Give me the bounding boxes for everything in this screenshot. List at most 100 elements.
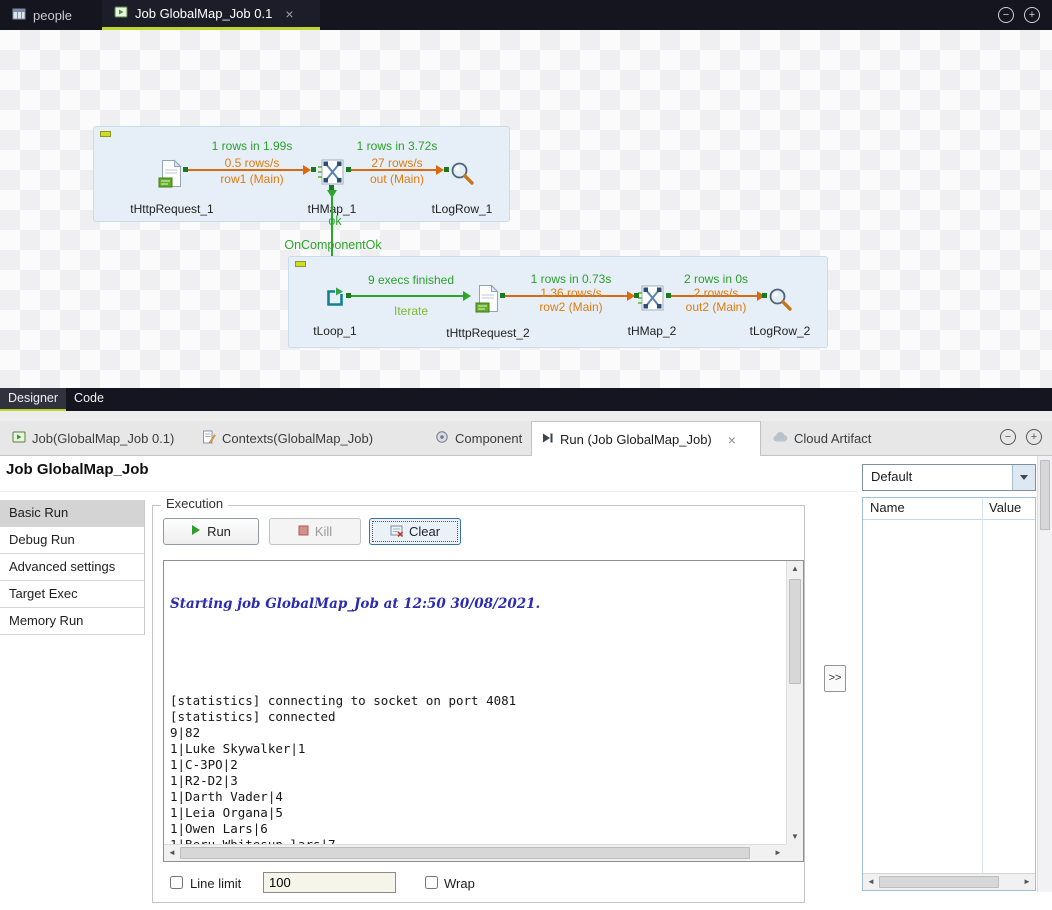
button-label: Clear	[409, 524, 440, 539]
connection-anchor	[183, 167, 188, 172]
component-label[interactable]: tLogRow_2	[740, 324, 820, 338]
maximize-icon[interactable]: +	[1024, 7, 1040, 23]
console-header-line: Starting job GlobalMap_Job at 12:50 30/0…	[170, 596, 780, 613]
scroll-right-icon[interactable]: ►	[1019, 874, 1035, 890]
column-header-value[interactable]: Value	[989, 500, 1021, 515]
cloud-icon	[772, 430, 788, 447]
flow-name-label[interactable]: out2 (Main)	[656, 300, 776, 314]
flow-name-label[interactable]: row2 (Main)	[510, 300, 632, 314]
arrowhead-icon	[327, 190, 337, 198]
scroll-down-icon[interactable]: ▼	[787, 829, 803, 844]
console-output[interactable]: Starting job GlobalMap_Job at 12:50 30/0…	[164, 561, 786, 844]
tab-designer[interactable]: Designer	[0, 388, 66, 411]
component-label[interactable]: tHttpRequest_1	[117, 202, 227, 216]
component-thttprequest-2[interactable]	[475, 284, 501, 317]
column-divider[interactable]	[982, 498, 983, 873]
component-label[interactable]: tHttpRequest_2	[436, 326, 540, 340]
context-select-value: Default	[871, 469, 912, 484]
run-button[interactable]: Run	[163, 518, 259, 545]
sidebar-item-target-exec[interactable]: Target Exec	[0, 581, 145, 608]
editor-tabbar: people Job GlobalMap_Job 0.1 × − +	[0, 0, 1052, 30]
connection-anchor	[500, 293, 505, 298]
connection-anchor	[346, 293, 351, 298]
component-label[interactable]: tHMap_2	[612, 324, 692, 338]
scrollbar-corner	[786, 844, 803, 861]
execution-legend: Execution	[161, 496, 228, 511]
contexts-icon	[202, 430, 216, 447]
on-component-ok-label[interactable]: OnComponentOk	[272, 238, 394, 252]
scrollbar-thumb[interactable]	[879, 876, 999, 888]
tab-component-view[interactable]: Component	[427, 421, 530, 456]
tab-label: people	[33, 8, 72, 23]
tab-label: Job GlobalMap_Job 0.1	[135, 6, 272, 21]
tab-people[interactable]: people	[0, 0, 84, 30]
flow-stats-label: 1 rows in 0.73s	[510, 272, 632, 286]
connection-anchor	[634, 293, 639, 298]
flow-rate-label: 2 rows/s	[656, 286, 776, 300]
panel-vscrollbar[interactable]	[1037, 456, 1052, 892]
line-limit-label: Line limit	[190, 876, 241, 891]
designer-code-bar: Designer Code	[0, 388, 1052, 411]
flow-stats-label: 9 execs finished	[350, 273, 472, 287]
close-icon[interactable]: ×	[728, 432, 736, 448]
flow-name-label[interactable]: out (Main)	[337, 172, 457, 186]
subjob-collapse-toggle[interactable]	[100, 131, 111, 137]
column-header-name[interactable]: Name	[870, 500, 905, 515]
tab-cloud-artifact[interactable]: Cloud Artifact	[764, 421, 879, 456]
minimize-icon[interactable]: −	[998, 7, 1014, 23]
scroll-left-icon[interactable]: ◄	[164, 845, 180, 861]
job-icon	[114, 5, 128, 22]
scroll-left-icon[interactable]: ◄	[863, 874, 879, 890]
scroll-up-icon[interactable]: ▲	[787, 561, 803, 576]
component-label[interactable]: tLoop_1	[300, 324, 370, 338]
table-hscrollbar[interactable]: ◄ ►	[863, 873, 1035, 890]
tab-job-view[interactable]: Job(GlobalMap_Job 0.1)	[4, 421, 182, 456]
console-hscrollbar[interactable]: ◄ ►	[164, 844, 786, 861]
minimize-icon[interactable]: −	[1000, 429, 1016, 445]
component-thttprequest-1[interactable]	[158, 159, 184, 192]
thttprequest-icon	[158, 177, 184, 192]
sidebar-item-advanced-settings[interactable]: Advanced settings	[0, 554, 145, 581]
page-title: Job GlobalMap_Job	[6, 461, 149, 478]
job-design-canvas[interactable]: tHttpRequest_1 tHMap_1 tLogRow_1 1 rows …	[0, 30, 1052, 388]
flow-rate-label: 1.36 rows/s	[510, 286, 632, 300]
dropdown-arrow-button[interactable]	[1012, 465, 1035, 490]
console-vscrollbar[interactable]: ▲ ▼	[786, 561, 803, 844]
wrap-checkbox[interactable]	[425, 876, 438, 889]
tab-label: Contexts(GlobalMap_Job)	[222, 431, 373, 446]
close-icon[interactable]: ×	[285, 6, 293, 22]
maximize-icon[interactable]: +	[1026, 429, 1042, 445]
console-line: [statistics] connecting to socket on por…	[170, 693, 780, 709]
scrollbar-thumb[interactable]	[1040, 460, 1050, 530]
scrollbar-thumb[interactable]	[180, 847, 750, 859]
expand-context-button[interactable]: >>	[824, 665, 846, 692]
tab-contexts-view[interactable]: Contexts(GlobalMap_Job)	[194, 421, 381, 456]
tab-code[interactable]: Code	[66, 388, 112, 411]
scroll-right-icon[interactable]: ►	[770, 845, 786, 861]
context-table[interactable]: Name Value ◄ ►	[862, 497, 1036, 891]
clear-button[interactable]: Clear	[369, 518, 461, 545]
sidebar-item-debug-run[interactable]: Debug Run	[0, 527, 145, 554]
component-tloop-1[interactable]	[323, 286, 347, 313]
ok-label: ok	[320, 214, 350, 228]
divider	[863, 519, 1035, 520]
tab-run-view[interactable]: Run (Job GlobalMap_Job) ×	[531, 421, 761, 457]
subjob-collapse-toggle[interactable]	[295, 261, 306, 267]
context-select[interactable]: Default	[862, 464, 1036, 491]
console-line: 1|Luke Skywalker|1	[170, 741, 780, 757]
tloop-icon	[323, 298, 347, 313]
scrollbar-thumb[interactable]	[789, 579, 801, 684]
flow-rate-label: 27 rows/s	[337, 156, 457, 170]
component-label[interactable]: tLogRow_1	[422, 202, 502, 216]
console: Starting job GlobalMap_Job at 12:50 30/0…	[163, 560, 804, 862]
flow-rate-label: 0.5 rows/s	[192, 156, 312, 170]
iterate-connection[interactable]	[349, 295, 463, 297]
line-limit-checkbox[interactable]	[170, 876, 183, 889]
line-limit-input[interactable]	[263, 872, 396, 893]
flow-name-label[interactable]: Iterate	[350, 304, 472, 318]
flow-name-label[interactable]: row1 (Main)	[192, 172, 312, 186]
sidebar-item-memory-run[interactable]: Memory Run	[0, 608, 145, 635]
sidebar-item-basic-run[interactable]: Basic Run	[0, 500, 145, 527]
tab-job-globalmap[interactable]: Job GlobalMap_Job 0.1 ×	[102, 0, 320, 30]
kill-button[interactable]: Kill	[269, 518, 361, 545]
